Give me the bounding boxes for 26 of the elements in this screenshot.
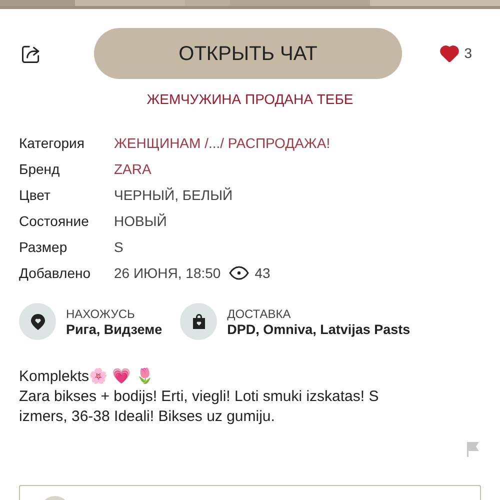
detail-value: ЧЕРНЫЙ, БЕЛЫЙ: [114, 186, 233, 204]
info-value: Рига, Видземе: [66, 322, 162, 338]
heart-icon[interactable]: [440, 45, 460, 62]
detail-label: Бренд: [19, 160, 61, 178]
description-text: Zara bikses + bodijs! Erti, viegli! Loti smuki izskatas! S izmers, 36-38 Ideali! Bikses uz gumiju.: [19, 387, 380, 427]
eye-icon: [228, 266, 249, 280]
description-text: Komplekts🌸 💗 🌷: [19, 367, 156, 387]
info-title: ДОСТАВКА: [227, 306, 292, 322]
view-count: 43: [254, 264, 270, 282]
detail-value: НОВЫЙ: [114, 212, 167, 230]
detail-label: Цвет: [19, 186, 52, 204]
info-title: НАХОЖУСЬ: [66, 306, 136, 322]
detail-value: 26 ИЮНЯ, 18:50: [114, 264, 221, 282]
detail-label: Категория: [19, 134, 86, 152]
detail-link[interactable]: ЖЕНЩИНАМ /.../ РАСПРОДАЖА!: [114, 134, 330, 152]
info-value: DPD, Omniva, Latvijas Pasts: [227, 322, 410, 338]
detail-label: Размер: [19, 238, 68, 256]
open-chat-button[interactable]: ОТКРЫТЬ ЧАТ: [94, 28, 402, 79]
detail-value: S: [114, 238, 124, 256]
bag-icon: [192, 314, 206, 329]
like-count: 3: [464, 44, 472, 63]
sold-notice: ЖЕМЧУЖИНА ПРОДАНА ТЕБЕ: [146, 90, 354, 109]
detail-label: Состояние: [19, 212, 90, 230]
detail-link[interactable]: ZARA: [114, 160, 152, 178]
location-pin-icon: [30, 314, 44, 330]
detail-label: Добавлено: [19, 264, 92, 282]
